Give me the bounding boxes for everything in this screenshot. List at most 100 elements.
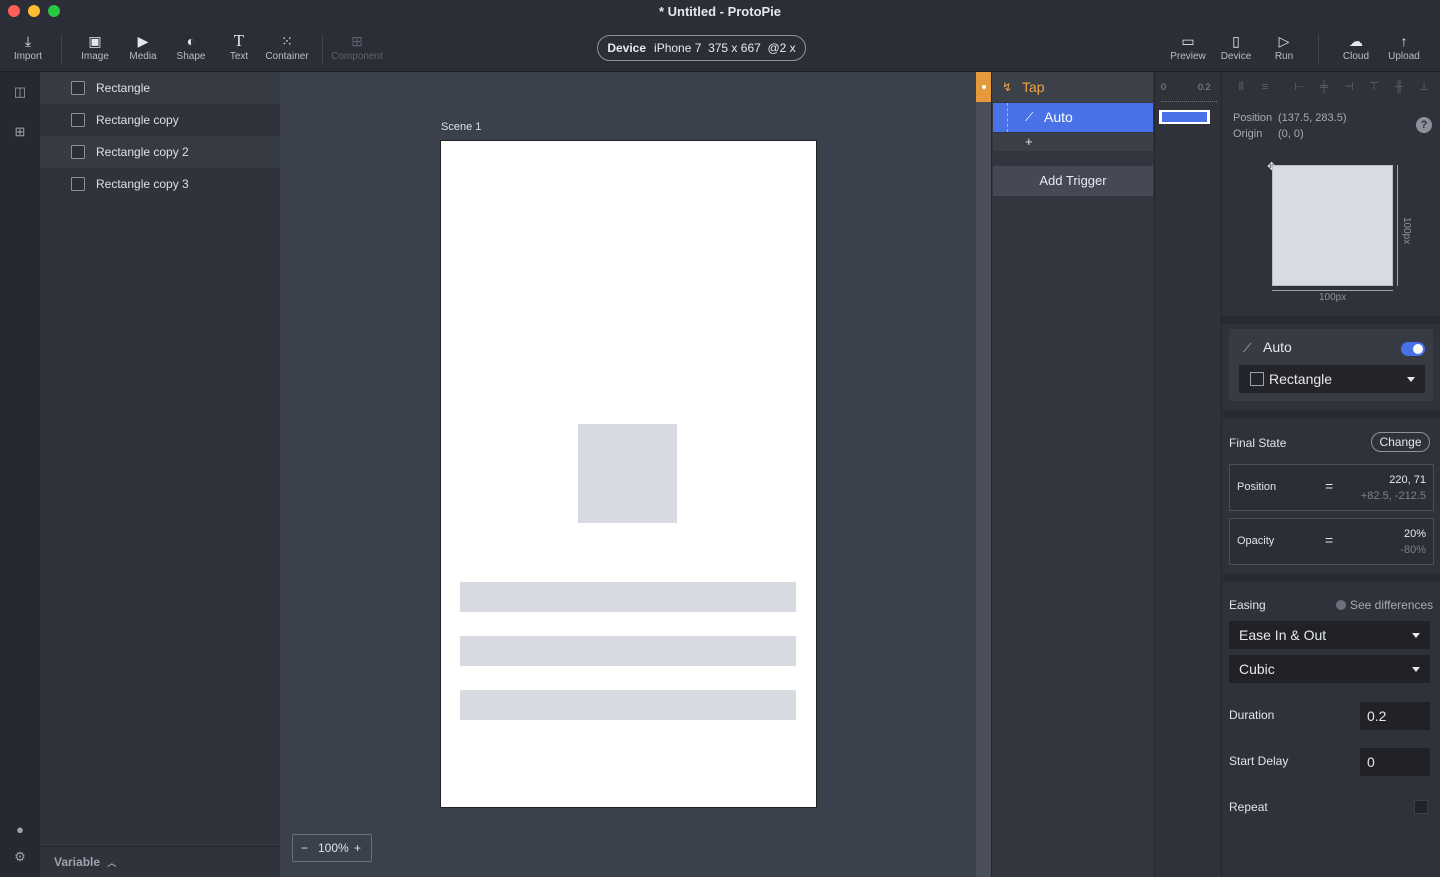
device-selector[interactable]: Device iPhone 7 375 x 667 @2 x: [597, 35, 806, 61]
scene-label[interactable]: Scene 1: [441, 121, 481, 133]
timeline: 0 0.2: [1154, 72, 1222, 877]
upload-button[interactable]: ↑ Upload: [1376, 32, 1432, 62]
distribute-vertical-icon[interactable]: ≡: [1258, 80, 1272, 94]
component-button[interactable]: ⊞ Component: [327, 32, 387, 62]
rectangle-layer-icon: [71, 177, 85, 191]
add-response-button[interactable]: +: [993, 133, 1153, 151]
device-size: 375 x 667: [708, 41, 761, 55]
device-scale: @2 x: [767, 41, 796, 55]
container-button[interactable]: ⁙ Container: [259, 32, 315, 62]
toolbar-divider: [322, 34, 323, 64]
align-center-icon[interactable]: ╪: [1317, 80, 1331, 94]
align-right-icon[interactable]: ⊣: [1342, 80, 1356, 94]
chevron-down-icon: [1412, 667, 1420, 672]
zoom-control: − 100% +: [292, 834, 372, 862]
distribute-horizontal-icon[interactable]: ⫴: [1234, 80, 1248, 94]
start-delay-label: Start Delay: [1229, 754, 1289, 768]
repeat-checkbox[interactable]: [1414, 800, 1428, 814]
variable-toggle[interactable]: Variable ︿: [40, 846, 280, 877]
rectangle-layer-icon: [1250, 372, 1264, 386]
window-title: * Untitled - ProtoPie: [658, 4, 782, 19]
opacity-state-value[interactable]: 20%: [1404, 528, 1426, 540]
change-button[interactable]: Change: [1371, 432, 1430, 452]
layer-item[interactable]: Rectangle copy 2: [40, 136, 280, 168]
run-label: Run: [1274, 51, 1294, 62]
start-delay-input[interactable]: 0: [1360, 748, 1430, 776]
chevron-down-icon: [1407, 377, 1415, 382]
container-label: Container: [265, 51, 309, 62]
layers-panel-icon[interactable]: ◫: [12, 84, 28, 100]
help-icon[interactable]: ?: [1416, 117, 1432, 133]
rectangle-copy-layer[interactable]: [460, 582, 796, 612]
toolbar-divider: [1318, 34, 1319, 64]
opacity-state-operator[interactable]: =: [1325, 532, 1333, 548]
easing-curve-value: Cubic: [1239, 661, 1275, 677]
tree-connector: [1007, 103, 1008, 132]
layer-item[interactable]: Rectangle copy 3: [40, 168, 280, 200]
run-button[interactable]: ▷ Run: [1256, 32, 1312, 62]
canvas[interactable]: Scene 1 − 100% +: [280, 72, 976, 877]
run-icon: ▷: [1278, 33, 1290, 49]
response-duration-bar[interactable]: [1159, 110, 1210, 124]
settings-icon[interactable]: ⚙: [12, 849, 28, 865]
layers-panel: Rectangle Rectangle copy Rectangle copy …: [40, 72, 280, 877]
width-dimension-line: [1272, 290, 1393, 291]
interactions-panel: ↯ Tap ⟋ Auto + Add Trigger 0 0.2: [991, 72, 1222, 877]
layer-item[interactable]: Rectangle: [40, 72, 280, 104]
layer-preview: [1272, 165, 1393, 286]
section-divider: [1222, 574, 1440, 582]
align-top-icon[interactable]: ⊤: [1367, 80, 1381, 94]
rectangle-copy-3-layer[interactable]: [460, 690, 796, 720]
selection-info: Position (137.5, 283.5) Origin (0, 0): [1233, 110, 1347, 142]
layer-name: Rectangle copy: [96, 113, 179, 127]
help-small-icon: [1336, 600, 1346, 610]
layer-item[interactable]: Rectangle copy: [40, 104, 280, 136]
interaction-indicator[interactable]: [976, 72, 991, 102]
device-label: Device: [607, 41, 647, 55]
final-state-label: Final State: [1229, 436, 1287, 450]
layer-name: Rectangle: [96, 81, 151, 95]
align-middle-icon[interactable]: ╫: [1392, 80, 1406, 94]
chevron-up-icon: ︿: [107, 858, 117, 868]
title-toolbar: * Untitled - ProtoPie ⤓ Import ▣ Image ▶…: [0, 0, 1440, 72]
opacity-state-delta: -80%: [1400, 544, 1426, 556]
toolbar-divider: [61, 34, 62, 64]
position-state-name: Position: [1237, 481, 1277, 493]
opacity-state-row[interactable]: Opacity = 20% -80%: [1229, 518, 1434, 565]
easing-label: Easing: [1229, 598, 1266, 612]
rectangle-layer[interactable]: [578, 424, 677, 523]
component-library-icon[interactable]: ⊞: [12, 124, 28, 140]
trigger-item[interactable]: ↯ Tap: [992, 72, 1153, 102]
import-button[interactable]: ⤓ Import: [0, 32, 56, 62]
section-divider: [1222, 316, 1440, 324]
position-state-row[interactable]: Position = 220, 71 +82.5, -212.5: [1229, 464, 1434, 511]
trigger-name: Tap: [1022, 79, 1045, 95]
timeline-start: 0: [1161, 82, 1167, 92]
response-enabled-toggle[interactable]: [1401, 342, 1425, 356]
position-state-delta: +82.5, -212.5: [1360, 490, 1426, 502]
see-differences-text: See differences: [1350, 598, 1434, 612]
target-layer-select[interactable]: Rectangle: [1239, 365, 1425, 393]
tap-trigger-icon: ↯: [1002, 80, 1013, 94]
import-icon: ⤓: [24, 33, 32, 49]
see-differences-link[interactable]: See differences: [1336, 598, 1433, 612]
zoom-in-button[interactable]: +: [354, 835, 361, 861]
align-bottom-icon[interactable]: ⊥: [1417, 80, 1431, 94]
zoom-level[interactable]: 100%: [318, 835, 349, 861]
magic-wand-icon: ⟋: [1243, 341, 1252, 355]
easing-select[interactable]: Ease In & Out: [1229, 621, 1430, 649]
rectangle-copy-2-layer[interactable]: [460, 636, 796, 666]
duration-input[interactable]: 0.2: [1360, 702, 1430, 730]
scene-artboard[interactable]: [440, 140, 817, 808]
target-layer-value: Rectangle: [1269, 371, 1333, 387]
position-state-operator[interactable]: =: [1325, 478, 1333, 494]
device-model: iPhone 7: [654, 41, 702, 55]
opacity-state-name: Opacity: [1237, 535, 1275, 547]
response-item[interactable]: ⟋ Auto: [993, 103, 1153, 132]
account-icon[interactable]: ●: [12, 822, 28, 838]
easing-curve-select[interactable]: Cubic: [1229, 655, 1430, 683]
position-state-value[interactable]: 220, 71: [1389, 474, 1426, 486]
align-left-icon[interactable]: ⊢: [1292, 80, 1306, 94]
add-trigger-button[interactable]: Add Trigger: [993, 166, 1153, 196]
zoom-out-button[interactable]: −: [301, 835, 308, 861]
